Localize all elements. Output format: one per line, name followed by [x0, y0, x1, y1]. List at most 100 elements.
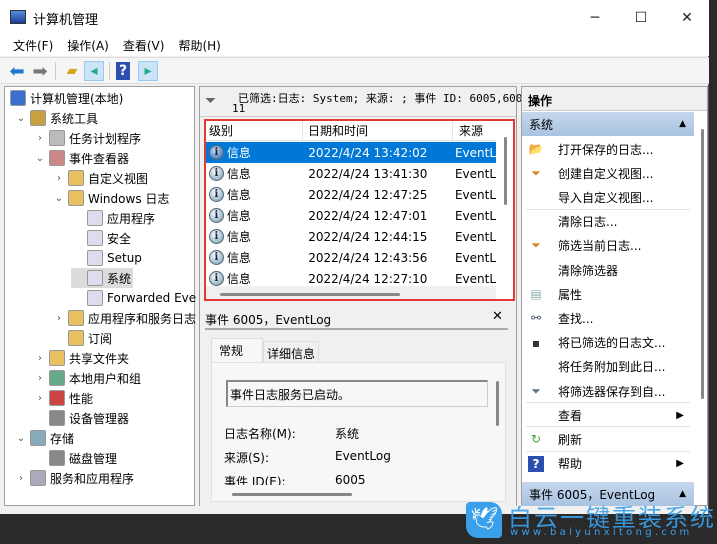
tree-node-icon — [68, 170, 84, 186]
chevron-down-icon[interactable]: ⌄ — [14, 433, 28, 444]
event-row[interactable]: i 信息 2022/4/24 12:44:15 EventL — [206, 226, 496, 247]
collapse-icon[interactable]: ▲ — [679, 119, 686, 129]
tree-item[interactable]: ⌄ Windows 日志 — [52, 188, 169, 208]
tree-item[interactable]: 磁盘管理 — [33, 448, 117, 468]
event-list: 级别 日期和时间 来源 i 信息 2022/4/24 13:42:02 EventL i… — [204, 119, 515, 301]
chevron-right-icon[interactable]: › — [33, 133, 47, 144]
menu-help[interactable]: 帮助(H) — [165, 35, 220, 56]
tree-item[interactable]: › 本地用户和组 — [33, 368, 141, 388]
tree-item[interactable]: 设备管理器 — [33, 408, 129, 428]
chevron-right-icon[interactable]: › — [52, 313, 66, 324]
tree-item[interactable]: 订阅 — [52, 328, 112, 348]
menu-view[interactable]: 查看(V) — [110, 35, 165, 56]
chevron-down-icon[interactable]: ⌄ — [14, 113, 28, 124]
menu-file[interactable]: 文件(F) — [0, 35, 53, 56]
event-list-vscrollbar[interactable] — [504, 137, 507, 205]
event-source: EventL — [454, 229, 496, 244]
detail-close-button[interactable]: ✕ — [492, 309, 503, 324]
filter-icon: ⏷ — [531, 165, 541, 180]
event-list-header: 级别 日期和时间 来源 — [206, 120, 496, 141]
event-row[interactable]: i 信息 2022/4/24 12:47:01 EventL — [206, 205, 496, 226]
chevron-down-icon[interactable]: ⌄ — [52, 193, 66, 204]
action-item[interactable]: ? 帮助 ▶ — [522, 452, 694, 476]
action-item[interactable]: 查看 ▶ — [522, 403, 694, 427]
tree-item[interactable]: 应用程序 — [71, 208, 155, 228]
action-item[interactable]: 导入自定义视图... — [522, 185, 694, 209]
column-level[interactable]: 级别 — [206, 120, 303, 141]
menu-action[interactable]: 操作(A) — [54, 35, 109, 56]
blank-icon — [528, 189, 544, 205]
action-pane-icon[interactable]: ▸ — [138, 61, 158, 81]
tree-item[interactable]: › 共享文件夹 — [33, 348, 129, 368]
tree-item[interactable]: 系统 — [71, 268, 134, 288]
event-list-hscrollbar[interactable] — [220, 293, 400, 296]
tree-node-icon — [68, 190, 84, 206]
actions-pane: 操作 系统 ▲ 📂 打开保存的日志... ⏷ 创建自定义视图... 导入自定义视图... 清… — [521, 86, 708, 506]
event-row[interactable]: i 信息 2022/4/24 12:43:56 EventL — [206, 247, 496, 268]
computer-management-window: 计算机管理 ─ ☐ ✕ 文件(F) 操作(A) 查看(V) 帮助(H) ⬅ ➡ … — [0, 0, 709, 514]
tree-item[interactable]: 计算机管理(本地) — [8, 88, 123, 108]
back-icon[interactable]: ⬅ — [7, 61, 27, 82]
blank-icon — [528, 407, 544, 423]
column-datetime[interactable]: 日期和时间 — [303, 120, 453, 141]
action-item[interactable]: ▤ 属性 — [522, 282, 694, 306]
info-icon: i — [209, 250, 224, 265]
actions-vscrollbar[interactable] — [701, 129, 704, 399]
tab-general[interactable]: 常规 — [211, 338, 263, 362]
event-row[interactable]: i 信息 2022/4/24 13:42:02 EventL — [206, 142, 496, 163]
action-item[interactable]: ▪ 将已筛选的日志文... — [522, 331, 694, 355]
help-icon[interactable]: ? — [116, 62, 130, 80]
up-folder-icon[interactable]: ▰ — [62, 61, 82, 81]
tree-item[interactable]: Forwarded Eve — [71, 288, 196, 308]
action-label: 查找... — [558, 311, 594, 326]
chevron-right-icon[interactable]: › — [52, 173, 66, 184]
chevron-right-icon[interactable]: › — [33, 373, 47, 384]
column-source[interactable]: 来源 — [453, 121, 493, 141]
action-item[interactable]: ⏷ 筛选当前日志... — [522, 234, 694, 258]
tree-item[interactable]: › 自定义视图 — [52, 168, 148, 188]
tree-item[interactable]: ⌄ 事件查看器 — [33, 148, 129, 168]
console-tree-icon[interactable]: ◂ — [84, 61, 104, 81]
action-label: 筛选当前日志... — [558, 239, 642, 254]
event-level: 信息 — [226, 209, 251, 223]
action-item[interactable]: ↻ 刷新 — [522, 427, 694, 451]
tree-item[interactable]: › 服务和应用程序 — [14, 468, 134, 488]
action-item[interactable]: 将任务附加到此日... — [522, 355, 694, 379]
chevron-right-icon[interactable]: › — [14, 473, 28, 484]
detail-hscrollbar[interactable] — [232, 493, 352, 496]
close-button[interactable]: ✕ — [664, 0, 710, 35]
tree-item[interactable]: › 应用程序和服务日志 — [52, 308, 196, 328]
tree-node-icon — [87, 250, 103, 266]
tree-item[interactable]: ⌄ 存储 — [14, 428, 74, 448]
action-item[interactable]: ⏷ 将筛选器保存到自... — [522, 379, 694, 403]
chevron-down-icon[interactable]: ⌄ — [33, 153, 47, 164]
action-item[interactable]: 清除日志... — [522, 210, 694, 234]
tree-item[interactable]: › 任务计划程序 — [33, 128, 141, 148]
action-item[interactable]: ⏷ 创建自定义视图... — [522, 161, 694, 185]
tree-item-label: 系统 — [107, 271, 132, 286]
chevron-right-icon[interactable]: › — [33, 393, 47, 404]
chevron-right-icon[interactable]: › — [33, 353, 47, 364]
tree-node-icon — [49, 130, 65, 146]
tree-item[interactable]: Setup — [71, 248, 142, 268]
tab-details[interactable]: 详细信息 — [263, 341, 319, 362]
tree-item[interactable]: › 性能 — [33, 388, 93, 408]
tree-item-label: 存储 — [50, 431, 75, 446]
detail-vscrollbar[interactable] — [496, 381, 499, 426]
event-row[interactable]: i 信息 2022/4/24 13:41:30 EventL — [206, 163, 496, 184]
event-datetime: 2022/4/24 12:47:01 — [308, 208, 428, 223]
minimize-button[interactable]: ─ — [572, 0, 618, 35]
forward-icon[interactable]: ➡ — [30, 61, 50, 82]
action-item[interactable]: 清除筛选器 — [522, 258, 694, 282]
filter-icon: ⏷ — [531, 238, 541, 253]
action-item[interactable]: 📂 打开保存的日志... — [522, 137, 694, 161]
action-item[interactable]: ⚯ 查找... — [522, 306, 694, 330]
actions-title: 操作 — [522, 87, 707, 111]
event-source: EventL — [454, 250, 496, 265]
maximize-button[interactable]: ☐ — [618, 0, 664, 35]
tree-item[interactable]: 安全 — [71, 228, 131, 248]
tree-item[interactable]: ⌄ 系统工具 — [14, 108, 98, 128]
event-row[interactable]: i 信息 2022/4/24 12:47:25 EventL — [206, 184, 496, 205]
actions-section-system[interactable]: 系统 ▲ — [522, 112, 694, 136]
tree-node-icon — [49, 370, 65, 386]
